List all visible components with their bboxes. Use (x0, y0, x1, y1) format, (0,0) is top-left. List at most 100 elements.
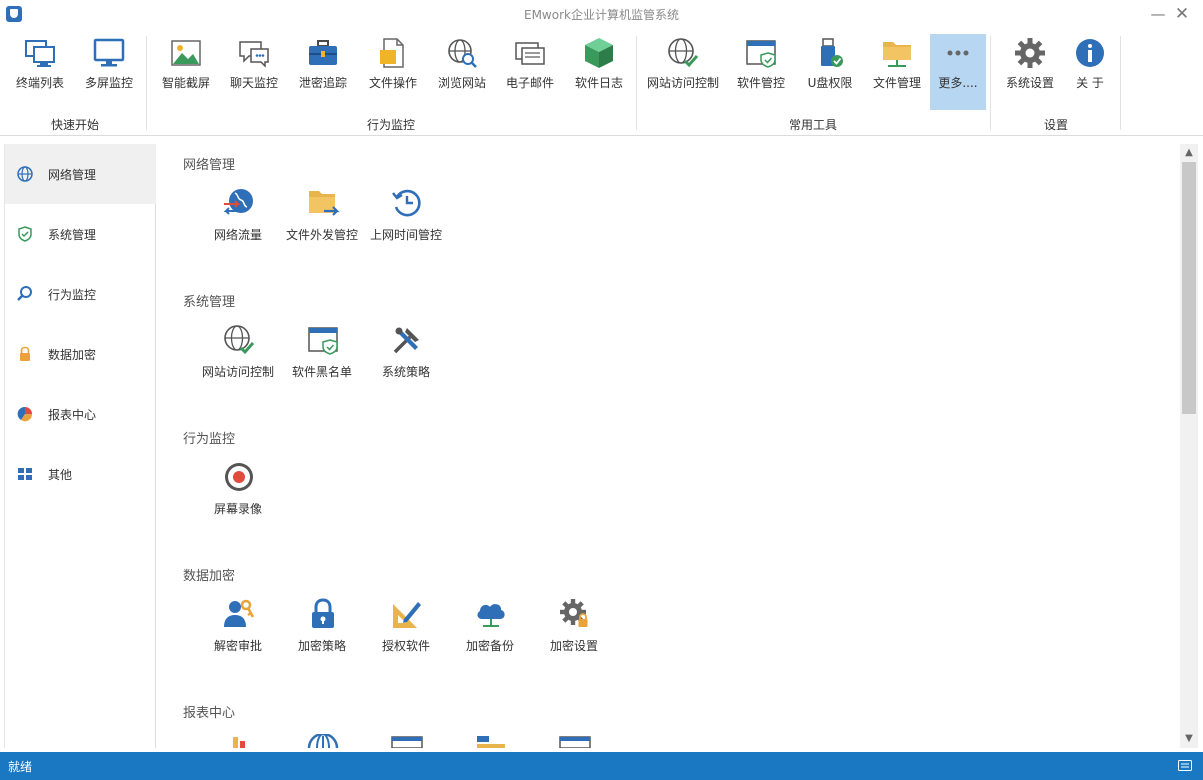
group-separator (146, 36, 147, 130)
software-log-button[interactable]: 软件日志 (566, 34, 632, 110)
gear-icon (1015, 38, 1045, 68)
pie-chart-icon (17, 406, 33, 422)
tile-encryption-policy[interactable]: 加密策略 (280, 597, 364, 657)
tile-label: 加密设置 (549, 639, 598, 653)
minimize-button[interactable]: — (1146, 3, 1170, 25)
tile-encryption-settings[interactable]: 加密设置 (532, 597, 616, 657)
chat-monitor-button[interactable]: 聊天监控 (222, 34, 286, 110)
group-separator (636, 36, 637, 130)
lock-icon (20, 346, 30, 361)
sidebar-item-label: 数据加密 (48, 348, 97, 362)
software-control-button[interactable]: 软件管控 (728, 34, 794, 110)
leak-tracking-button[interactable]: 泄密追踪 (290, 34, 356, 110)
group-label-behavior: 行为监控 (366, 118, 415, 132)
magnifier-icon (17, 286, 32, 301)
system-settings-button[interactable]: 系统设置 (998, 34, 1062, 110)
browse-web-button[interactable]: 浏览网站 (430, 34, 494, 110)
more-icon (947, 50, 969, 56)
terminal-list-button[interactable]: 终端列表 (8, 34, 72, 110)
ribbon-label: 软件日志 (574, 76, 623, 90)
info-icon (1076, 39, 1104, 67)
group-label-quick-start: 快速开始 (50, 118, 99, 132)
ribbon-label: 网站访问控制 (646, 76, 719, 90)
scroll-thumb[interactable] (1182, 162, 1196, 414)
ribbon-label: 泄密追踪 (298, 76, 347, 90)
tile-decrypt-approval[interactable]: 解密审批 (196, 597, 280, 657)
globe-icon (17, 166, 33, 182)
sidebar-item-behavior[interactable]: 行为监控 (5, 264, 156, 324)
web-search-icon (448, 39, 477, 68)
scroll-up-button[interactable]: ▲ (1180, 144, 1198, 162)
sidebar-item-encryption[interactable]: 数据加密 (5, 324, 156, 384)
tile-label: 系统策略 (381, 365, 430, 379)
smart-screenshot-button[interactable]: 智能截屏 (154, 34, 218, 110)
tile-network-traffic[interactable]: 网络流量 (196, 186, 280, 246)
tile-authorized-software[interactable]: 授权软件 (364, 597, 448, 657)
network-traffic-icon (223, 189, 253, 215)
window-shield-icon (746, 40, 776, 68)
tools-icon (393, 327, 419, 354)
email-icon (515, 42, 545, 65)
section-title-network: 网络管理 (183, 158, 236, 173)
ribbon-label: 关 于 (1076, 76, 1104, 90)
folder-send-icon (309, 191, 340, 216)
ruler-pen-icon (393, 602, 421, 628)
close-button[interactable]: ✕ (1170, 3, 1194, 25)
report-document-icon (559, 736, 591, 748)
ribbon-label: 文件操作 (368, 76, 417, 90)
record-icon (225, 463, 253, 491)
folder-network-icon (883, 42, 911, 67)
group-separator (990, 36, 991, 130)
ribbon-label: 浏览网站 (437, 76, 486, 90)
main-content: 网络管理 网络流量 文件外发管控 上网时间管控 系统管理 网站访问控制 软件黑名… (157, 144, 1179, 748)
gear-lock-icon (560, 599, 588, 627)
sidebar-item-system[interactable]: 系统管理 (5, 204, 156, 264)
tile-web-access-control[interactable]: 网站访问控制 (196, 323, 280, 383)
cloud-icon (477, 604, 505, 627)
tile-encrypted-backup[interactable]: 加密备份 (448, 597, 532, 657)
sidebar-item-network[interactable]: 网络管理 (5, 144, 156, 204)
window-shield-icon (308, 327, 338, 355)
sidebar-item-label: 其他 (48, 468, 73, 482)
file-icon (380, 38, 404, 68)
tile-software-blacklist[interactable]: 软件黑名单 (280, 323, 364, 383)
scroll-down-button[interactable]: ▼ (1180, 730, 1198, 748)
file-management-button[interactable]: 文件管理 (866, 34, 928, 110)
group-separator (1120, 36, 1121, 130)
report-bar-icon (233, 737, 245, 748)
sidebar-item-reports[interactable]: 报表中心 (5, 384, 156, 444)
multi-screen-button[interactable]: 多屏监控 (76, 34, 142, 110)
report-list-icon (477, 736, 505, 748)
tile-screen-recording[interactable]: 屏幕录像 (196, 460, 280, 520)
globe-check-icon (224, 325, 255, 355)
tile-system-policy[interactable]: 系统策略 (364, 323, 448, 383)
globe-check-icon (668, 38, 699, 68)
more-button[interactable]: 更多.... (930, 34, 986, 110)
sidebar-item-label: 行为监控 (48, 288, 97, 302)
usb-permission-button[interactable]: U盘权限 (798, 34, 862, 110)
sidebar-item-other[interactable]: 其他 (5, 444, 156, 504)
email-button[interactable]: 电子邮件 (498, 34, 562, 110)
usb-icon (821, 38, 843, 67)
cube-icon (585, 38, 613, 68)
ribbon-label: 更多.... (938, 76, 978, 90)
about-button[interactable]: 关 于 (1064, 34, 1116, 110)
report-window-icon (391, 736, 423, 748)
monitor-icon (93, 38, 125, 67)
ribbon-label: 智能截屏 (161, 76, 210, 90)
chat-icon (239, 41, 269, 68)
tile-online-time-control[interactable]: 上网时间管控 (364, 186, 448, 246)
report-globe-icon (307, 734, 339, 748)
user-key-icon (224, 599, 255, 627)
clock-history-icon (392, 189, 421, 217)
vertical-scrollbar[interactable]: ▲ ▼ (1180, 144, 1198, 748)
section-title-reports: 报表中心 (183, 706, 236, 721)
file-operation-button[interactable]: 文件操作 (360, 34, 426, 110)
ribbon-label: 终端列表 (15, 76, 64, 90)
briefcase-icon (309, 40, 337, 65)
ribbon-toolbar: 终端列表 多屏监控 智能截屏 聊天监控 泄密追踪 文件操作 浏览网站 电子邮件 … (0, 30, 1203, 136)
web-access-control-button[interactable]: 网站访问控制 (642, 34, 724, 110)
sidebar-item-label: 系统管理 (48, 228, 97, 242)
tile-file-send-control[interactable]: 文件外发管控 (280, 186, 364, 246)
grid-icon (18, 468, 32, 480)
